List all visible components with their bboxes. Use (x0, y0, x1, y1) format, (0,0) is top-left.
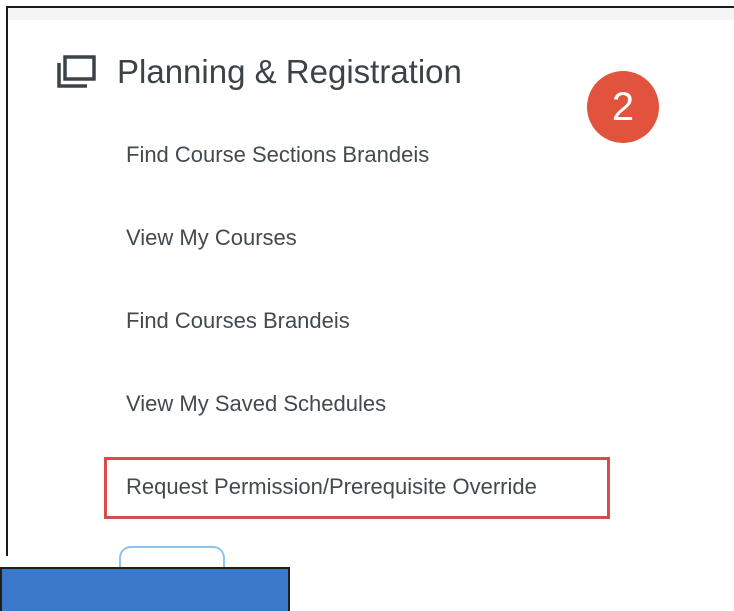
menu-item-view-my-courses[interactable]: View My Courses (126, 223, 537, 306)
panel-top-band (8, 8, 734, 20)
menu-item-find-courses[interactable]: Find Courses Brandeis (126, 306, 537, 389)
bottom-blue-bar (0, 567, 290, 611)
section-header[interactable]: Planning & Registration (55, 52, 462, 92)
step-number-badge: 2 (587, 71, 659, 143)
menu-item-find-course-sections[interactable]: Find Course Sections Brandeis (126, 140, 537, 223)
section-title: Planning & Registration (117, 53, 462, 90)
window-stack-icon (55, 52, 97, 92)
highlight-box (104, 457, 610, 519)
screenshot-stage: Planning & Registration 2 Find Course Se… (0, 0, 734, 611)
